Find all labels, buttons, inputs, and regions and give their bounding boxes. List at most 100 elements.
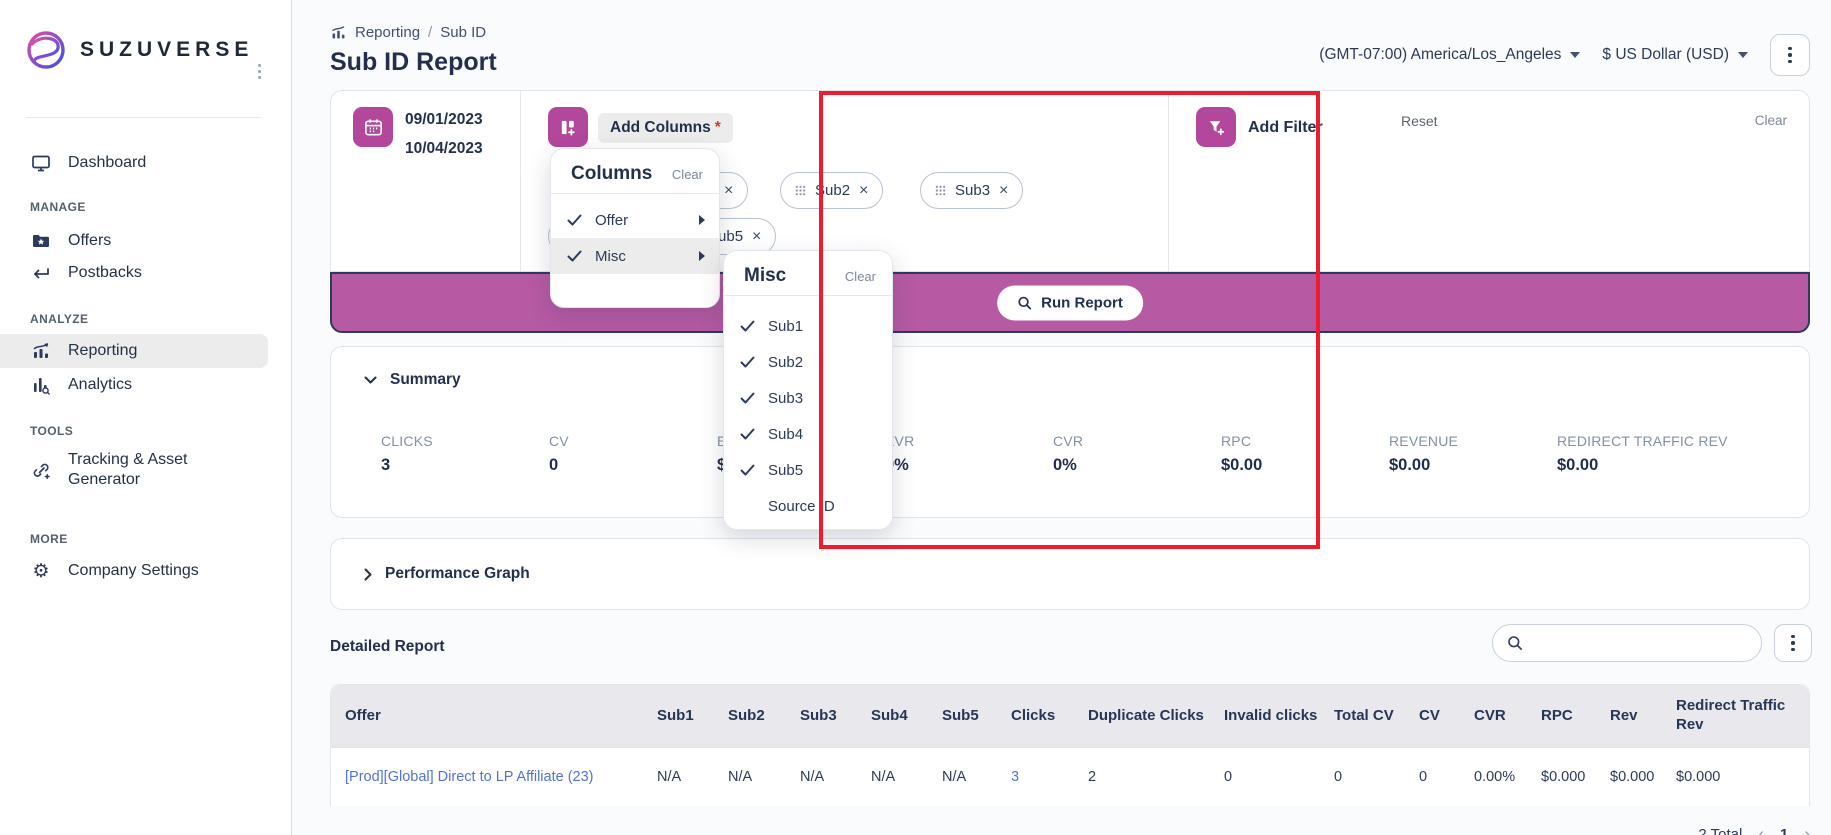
stat-cv: CV0 [549, 433, 569, 475]
run-report-button[interactable]: Run Report [997, 285, 1143, 320]
monitor-icon [30, 153, 52, 173]
add-filter-button[interactable]: Add Filter [1248, 119, 1323, 137]
sidebar-item-analytics[interactable]: Analytics [0, 368, 268, 402]
clicks-link[interactable]: 3 [1003, 748, 1080, 806]
table-header-row: Offer Sub1 Sub2 Sub3 Sub4 Sub5 Clicks Du… [331, 685, 1809, 747]
performance-graph-panel: Performance Graph [330, 538, 1810, 610]
column-header[interactable]: CVR [1466, 685, 1533, 747]
column-header[interactable]: Clicks [1003, 685, 1080, 747]
menu-item-label: Source ID [768, 498, 835, 515]
return-arrow-icon [30, 263, 52, 283]
table-cell: N/A [720, 748, 792, 806]
calendar-icon[interactable] [353, 107, 393, 147]
performance-collapse-toggle[interactable]: Performance Graph [364, 565, 530, 583]
currency-select[interactable]: $ US Dollar (USD) [1602, 46, 1748, 64]
chip-remove-icon[interactable]: × [724, 182, 733, 200]
sidebar-item-label: Company Settings [68, 561, 199, 581]
timezone-select[interactable]: (GMT-07:00) America/Los_Angeles [1319, 46, 1580, 64]
sidebar-item-tracking-asset-generator[interactable]: Tracking & Asset Generator [0, 446, 270, 494]
column-chip-sub3[interactable]: Sub3 × [920, 172, 1023, 209]
add-filter-icon[interactable] [1196, 107, 1236, 147]
table-search[interactable] [1492, 624, 1762, 662]
chip-remove-icon[interactable]: × [752, 228, 761, 246]
filter-clear-button[interactable]: Clear [1755, 113, 1787, 128]
chip-remove-icon[interactable]: × [859, 182, 868, 200]
sidebar-item-reporting[interactable]: Reporting [0, 334, 268, 368]
column-header[interactable]: Duplicate Clicks [1080, 685, 1216, 747]
search-input[interactable] [1531, 635, 1747, 651]
menu-item-sub2[interactable]: Sub2 [724, 344, 892, 380]
add-columns-icon[interactable] [548, 107, 588, 147]
menu-item-sub5[interactable]: Sub5 [724, 452, 892, 488]
column-chip-sub2[interactable]: Sub2 × [780, 172, 883, 209]
pagination-next-icon[interactable]: › [1804, 824, 1810, 835]
sidebar-item-postbacks[interactable]: Postbacks [0, 256, 268, 290]
sidebar-item-company-settings[interactable]: ⚙ Company Settings [0, 554, 268, 588]
column-header[interactable]: Total CV [1326, 685, 1411, 747]
table-kebab-menu-button[interactable] [1774, 624, 1812, 662]
sidebar-collapse-handle[interactable] [258, 64, 261, 79]
menu-item-source-id[interactable]: Source ID [724, 488, 892, 524]
pagination-prev-icon[interactable]: ‹ [1758, 824, 1764, 835]
breadcrumb-page: Sub ID [440, 24, 486, 41]
menu-item-sub1[interactable]: Sub1 [724, 308, 892, 344]
chevron-right-icon [364, 568, 372, 581]
menu-item-offer[interactable]: Offer [551, 202, 719, 238]
drag-handle-icon[interactable] [795, 185, 806, 196]
menu-item-misc[interactable]: Misc [551, 238, 719, 274]
columns-dropdown-menu: Columns Clear Offer Misc [550, 148, 720, 308]
column-header[interactable]: Rev [1602, 685, 1668, 747]
offer-link[interactable]: [Prod][Global] Direct to LP Affiliate (2… [331, 748, 649, 806]
brand-logo[interactable]: SUZUVERSE [24, 28, 253, 72]
date-range-picker[interactable]: 09/01/2023 10/04/2023 [405, 106, 483, 163]
sidebar: SUZUVERSE Dashboard MANAGE Offers Postba… [0, 0, 292, 835]
breadcrumb-section[interactable]: Reporting [355, 24, 420, 41]
sidebar-section-tools: TOOLS [30, 424, 73, 438]
column-header[interactable]: Redirect Traffic Rev [1668, 685, 1809, 747]
column-header[interactable]: Sub1 [649, 685, 720, 747]
date-end[interactable]: 10/04/2023 [405, 135, 483, 164]
check-icon-placeholder [740, 500, 756, 512]
column-header[interactable]: CV [1411, 685, 1466, 747]
chip-remove-icon[interactable]: × [999, 182, 1008, 200]
check-icon [740, 356, 756, 368]
gear-icon: ⚙ [30, 562, 52, 581]
chip-label: Sub2 [815, 182, 850, 199]
brand-name: SUZUVERSE [80, 38, 253, 62]
column-header[interactable]: Sub4 [863, 685, 934, 747]
menu-item-sub3[interactable]: Sub3 [724, 380, 892, 416]
add-columns-button[interactable]: Add Columns* [598, 113, 733, 143]
currency-value: $ US Dollar (USD) [1602, 46, 1729, 64]
column-header[interactable]: Offer [331, 685, 649, 747]
column-header[interactable]: Sub5 [934, 685, 1003, 747]
table-cell: $0.000 [1533, 748, 1602, 806]
column-header[interactable]: Sub2 [720, 685, 792, 747]
misc-menu-title: Misc [744, 265, 786, 287]
report-chart-icon [330, 24, 347, 41]
table-cell: N/A [792, 748, 863, 806]
detailed-report-table: Offer Sub1 Sub2 Sub3 Sub4 Sub5 Clicks Du… [330, 684, 1810, 806]
sidebar-item-dashboard[interactable]: Dashboard [0, 146, 268, 180]
column-header[interactable]: Invalid clicks [1216, 685, 1326, 747]
stat-clicks: CLICKS3 [381, 433, 433, 475]
header-kebab-menu-button[interactable] [1770, 34, 1810, 76]
search-icon [1507, 635, 1523, 651]
menu-item-sub4[interactable]: Sub4 [724, 416, 892, 452]
required-asterisk: * [715, 119, 721, 136]
sidebar-item-label: Analytics [68, 375, 132, 395]
panel-divider [1168, 91, 1169, 271]
column-header[interactable]: Sub3 [792, 685, 863, 747]
pagination-current-page[interactable]: 1 [1780, 826, 1788, 835]
breadcrumb[interactable]: Reporting / Sub ID [330, 24, 486, 41]
sidebar-item-offers[interactable]: Offers [0, 224, 268, 258]
misc-menu-clear[interactable]: Clear [845, 269, 876, 284]
reset-button[interactable]: Reset [1401, 113, 1438, 129]
summary-collapse-toggle[interactable]: Summary [364, 371, 461, 389]
column-header[interactable]: RPC [1533, 685, 1602, 747]
date-start[interactable]: 09/01/2023 [405, 106, 483, 135]
content-area: Reporting / Sub ID Sub ID Report (GMT-07… [292, 0, 1831, 835]
table-cell: 0 [1326, 748, 1411, 806]
columns-menu-clear[interactable]: Clear [672, 167, 703, 182]
check-icon [567, 214, 583, 226]
drag-handle-icon[interactable] [935, 185, 946, 196]
